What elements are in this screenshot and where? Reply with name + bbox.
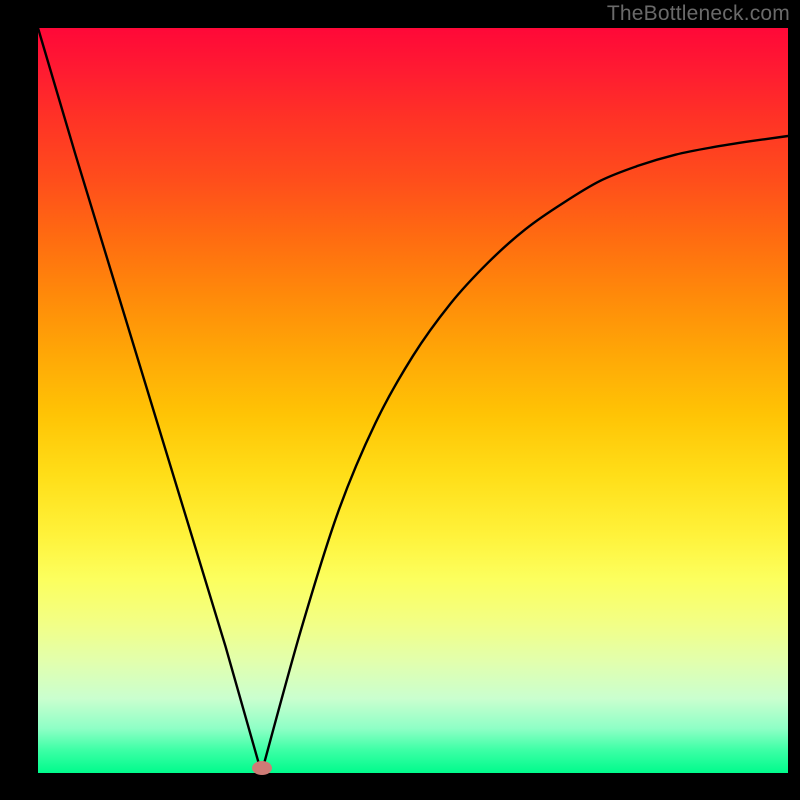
bottleneck-curve <box>0 0 800 800</box>
optimal-marker <box>252 761 272 775</box>
chart-frame: TheBottleneck.com <box>0 0 800 800</box>
